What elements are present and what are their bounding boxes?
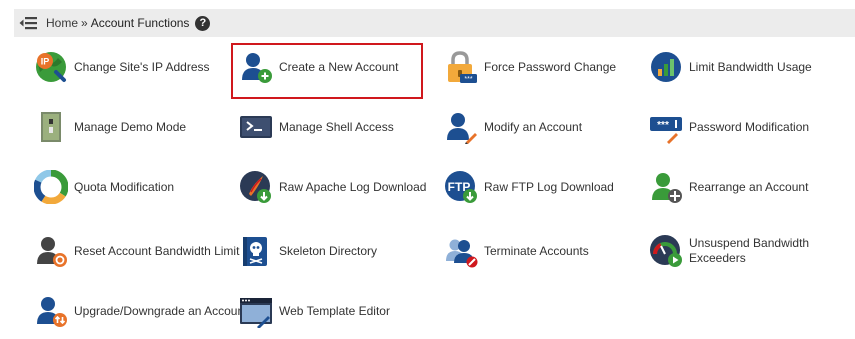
- svg-text:***: ***: [657, 120, 669, 131]
- upgrade-account-icon: [34, 294, 68, 328]
- feature-label: Reset Account Bandwidth Limit: [74, 243, 240, 258]
- feature-manage-shell-access[interactable]: Manage Shell Access: [239, 105, 394, 149]
- password-field-icon: ***: [649, 110, 683, 144]
- feature-label: Limit Bandwidth Usage: [689, 59, 812, 74]
- terminate-accounts-icon: [444, 234, 478, 268]
- feature-upgrade-downgrade-account[interactable]: Upgrade/Downgrade an Account: [34, 289, 247, 333]
- web-template-icon: [239, 294, 273, 328]
- feature-label: Manage Demo Mode: [74, 119, 187, 134]
- feature-force-password-change[interactable]: *** Force Password Change: [444, 45, 616, 89]
- feature-label: Quota Modification: [74, 179, 175, 194]
- feature-label: Unsuspend Bandwidth Exceeders: [689, 236, 810, 265]
- feature-skeleton-directory[interactable]: Skeleton Directory: [239, 229, 377, 273]
- feature-change-site-ip[interactable]: IP Change Site's IP Address: [34, 45, 210, 89]
- apache-log-icon: [239, 170, 273, 204]
- unsuspend-gauge-icon: [649, 234, 683, 268]
- feature-label: Web Template Editor: [279, 303, 390, 318]
- demo-switch-icon: [34, 110, 68, 144]
- terminal-icon: [239, 110, 273, 144]
- feature-label: Change Site's IP Address: [74, 59, 210, 74]
- feature-reset-bandwidth-limit[interactable]: Reset Account Bandwidth Limit: [34, 229, 239, 273]
- feature-password-modification[interactable]: *** Password Modification: [649, 105, 809, 149]
- feature-label: Raw FTP Log Download: [484, 179, 614, 194]
- rearrange-account-icon: [649, 170, 683, 204]
- reset-bandwidth-icon: [34, 234, 68, 268]
- feature-web-template-editor[interactable]: Web Template Editor: [239, 289, 390, 333]
- ftp-log-icon: FTP: [444, 170, 478, 204]
- skeleton-directory-icon: [239, 234, 273, 268]
- svg-text:***: ***: [464, 76, 472, 83]
- feature-label: Terminate Accounts: [484, 243, 589, 258]
- feature-raw-ftp-log[interactable]: FTP Raw FTP Log Download: [444, 165, 614, 209]
- bandwidth-chart-icon: [649, 50, 683, 84]
- quota-pie-icon: [34, 170, 68, 204]
- feature-label: Skeleton Directory: [279, 243, 378, 258]
- feature-label: Force Password Change: [484, 59, 617, 74]
- feature-label: Upgrade/Downgrade an Account: [74, 303, 248, 318]
- feature-raw-apache-log[interactable]: Raw Apache Log Download: [239, 165, 426, 209]
- feature-label: Modify an Account: [484, 119, 583, 134]
- feature-label: Password Modification: [689, 119, 810, 134]
- feature-terminate-accounts[interactable]: Terminate Accounts: [444, 229, 589, 273]
- modify-account-icon: [444, 110, 478, 144]
- selection-highlight: [231, 43, 423, 99]
- feature-label: Raw Apache Log Download: [279, 179, 427, 194]
- feature-label: Rearrange an Account: [689, 179, 809, 194]
- account-functions-grid: IP Change Site's IP Address Create a New…: [0, 0, 855, 339]
- feature-label: Manage Shell Access: [279, 119, 394, 134]
- svg-text:IP: IP: [41, 57, 50, 67]
- feature-manage-demo-mode[interactable]: Manage Demo Mode: [34, 105, 186, 149]
- feature-unsuspend-bandwidth-exceeders[interactable]: Unsuspend Bandwidth Exceeders: [649, 229, 819, 273]
- padlock-icon: ***: [444, 50, 478, 84]
- feature-quota-modification[interactable]: Quota Modification: [34, 165, 174, 209]
- ip-address-icon: IP: [34, 50, 68, 84]
- feature-modify-account[interactable]: Modify an Account: [444, 105, 582, 149]
- feature-limit-bandwidth[interactable]: Limit Bandwidth Usage: [649, 45, 812, 89]
- feature-rearrange-account[interactable]: Rearrange an Account: [649, 165, 808, 209]
